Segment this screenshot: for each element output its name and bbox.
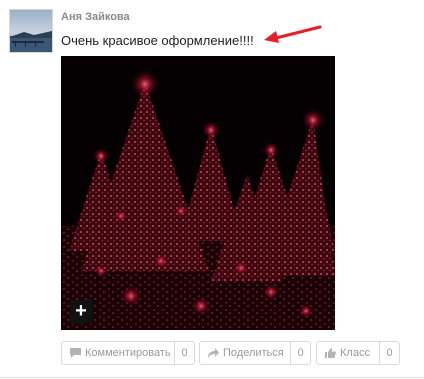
comment-count: 0 (181, 347, 188, 359)
comment-label: Комментировать (85, 347, 171, 359)
share-icon (208, 348, 219, 358)
avatar[interactable] (9, 9, 53, 53)
thumbs-up-icon (325, 348, 336, 358)
post-photo[interactable]: + (61, 56, 335, 330)
comment-icon (70, 348, 81, 358)
share-count: 0 (297, 347, 304, 359)
avatar-image (10, 10, 52, 52)
post-text: Очень красивое оформление!!!! (61, 33, 254, 48)
zoom-button[interactable]: + (69, 300, 93, 324)
like-label: Класс (340, 347, 370, 359)
author-name[interactable]: Аня Зайкова (61, 11, 130, 24)
like-button[interactable]: Класс 0 (316, 341, 400, 365)
post-divider (0, 377, 424, 378)
comment-button[interactable]: Комментировать 0 (61, 341, 195, 365)
red-arrow-icon (264, 25, 322, 43)
christmas-trees-image (61, 56, 335, 330)
share-button[interactable]: Поделиться 0 (199, 341, 311, 365)
share-label: Поделиться (223, 347, 284, 359)
like-count: 0 (386, 347, 393, 359)
feed-post: Аня Зайкова Очень красивое оформление!!!… (0, 0, 424, 379)
